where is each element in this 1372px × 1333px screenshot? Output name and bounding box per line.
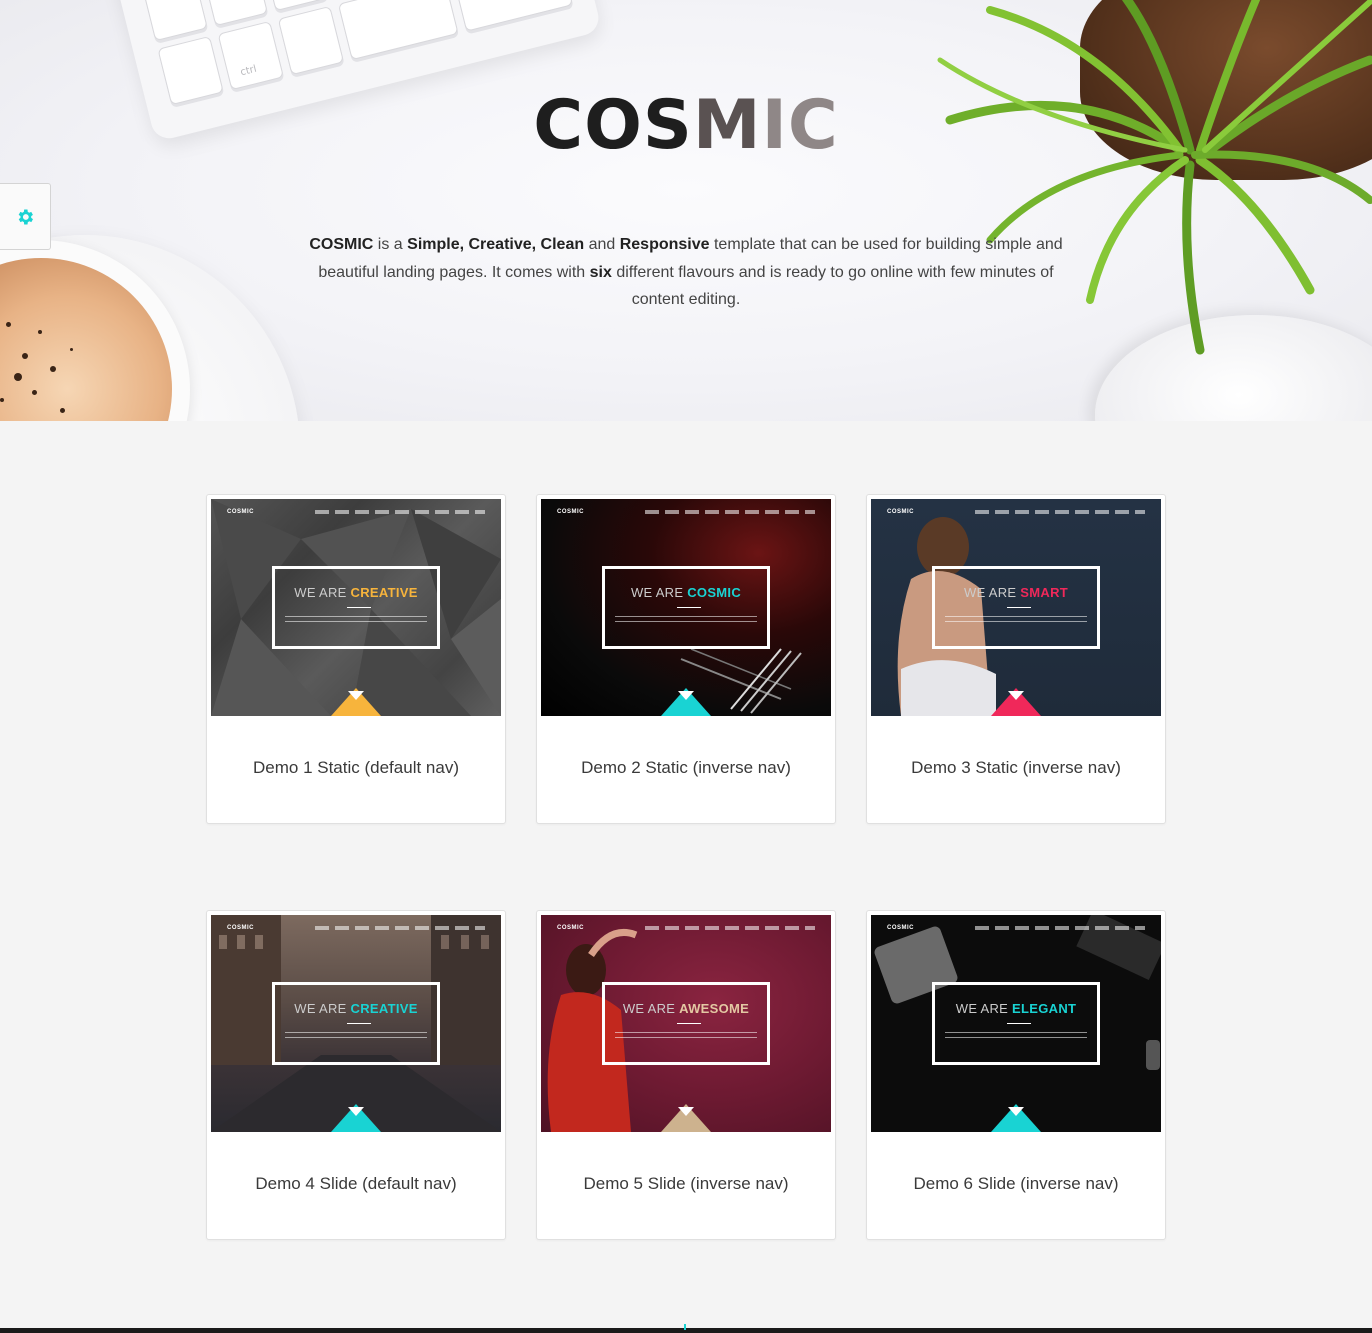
thumb-logo: COSMIC	[557, 509, 584, 515]
footer-accent-tick	[684, 1324, 686, 1330]
demo-label[interactable]: Demo 6 Slide (inverse nav)	[867, 1174, 1165, 1194]
thumb-accent-word: CREATIVE	[350, 1001, 418, 1016]
demo-thumbnail: COSMIC WE ARE ELEGANT	[871, 915, 1161, 1132]
desc-text: is a	[373, 236, 408, 253]
thumb-headline-box: WE ARE AWESOME	[602, 982, 770, 1065]
thumb-we-are: WE ARE	[622, 1001, 680, 1016]
demo-card-1[interactable]: COSMIC WE ARE CREATIVE Demo 1 Static (de…	[206, 494, 506, 824]
demo-card-5[interactable]: COSMIC WE ARE AWESOME Demo 5 Slide (inve…	[536, 910, 836, 1240]
demo-label[interactable]: Demo 2 Static (inverse nav)	[537, 758, 835, 778]
thumb-accent-word: SMART	[1020, 585, 1068, 600]
thumb-logo: COSMIC	[227, 925, 254, 931]
demo-label[interactable]: Demo 4 Slide (default nav)	[207, 1174, 505, 1194]
thumb-nav	[975, 926, 1145, 930]
thumb-we-are: WE ARE	[955, 1001, 1013, 1016]
title-part-mid: M	[692, 86, 762, 165]
title-part-light: IC	[761, 86, 839, 165]
thumb-we-are: WE ARE	[294, 585, 351, 600]
settings-toggle-button[interactable]	[0, 183, 51, 250]
gear-icon	[18, 209, 33, 224]
hero-description: COSMIC is a Simple, Creative, Clean and …	[295, 231, 1077, 314]
hero-section: ctrl COSMIC COSMIC is a Simple, Creative…	[0, 0, 1372, 421]
demo-thumbnail: COSMIC WE ARE COSMIC	[541, 499, 831, 716]
demo-thumbnail: COSMIC WE ARE SMART	[871, 499, 1161, 716]
thumb-logo: COSMIC	[557, 925, 584, 931]
thumb-accent-word: AWESOME	[679, 1001, 750, 1016]
desc-text: and	[584, 236, 620, 253]
thumb-nav	[315, 510, 485, 514]
thumb-accent-word: CREATIVE	[350, 585, 418, 600]
demo-label[interactable]: Demo 5 Slide (inverse nav)	[537, 1174, 835, 1194]
thumb-we-are: WE ARE	[964, 585, 1021, 600]
thumb-accent-word: ELEGANT	[1012, 1001, 1077, 1016]
demo-label[interactable]: Demo 3 Static (inverse nav)	[867, 758, 1165, 778]
thumb-nav	[975, 510, 1145, 514]
desc-bold: Responsive	[619, 236, 710, 253]
desc-bold: Clean	[540, 236, 585, 253]
demo-card-2[interactable]: COSMIC WE ARE COSMIC Demo 2 Static (inve…	[536, 494, 836, 824]
thumb-headline-box: WE ARE ELEGANT	[932, 982, 1100, 1065]
thumb-accent-word: COSMIC	[687, 585, 742, 600]
thumb-we-are: WE ARE	[630, 585, 688, 600]
thumb-logo: COSMIC	[887, 509, 914, 515]
demo-card-6[interactable]: COSMIC WE ARE ELEGANT Demo 6 Slide (inve…	[866, 910, 1166, 1240]
desc-bold: ,	[459, 236, 469, 253]
demo-thumbnail: COSMIC WE ARE CREATIVE	[211, 915, 501, 1132]
desc-bold: ,	[531, 236, 541, 253]
demo-card-3[interactable]: COSMIC WE ARE SMART Demo 3 Static (inver…	[866, 494, 1166, 824]
thumb-nav	[645, 926, 815, 930]
desc-brand: COSMIC	[309, 236, 374, 253]
title-part-dark: COS	[533, 86, 693, 165]
key-label: ctrl	[239, 63, 258, 79]
desc-text: different flavours and is ready to go on…	[611, 263, 1054, 309]
thumb-nav	[645, 510, 815, 514]
thumb-headline-box: WE ARE COSMIC	[602, 566, 770, 649]
thumb-headline-box: WE ARE CREATIVE	[272, 566, 440, 649]
desc-bold: Creative	[468, 236, 532, 253]
demo-thumbnail: COSMIC WE ARE CREATIVE	[211, 499, 501, 716]
demo-thumbnail: COSMIC WE ARE AWESOME	[541, 915, 831, 1132]
desc-bold: Simple	[407, 236, 460, 253]
thumb-nav	[315, 926, 485, 930]
footer-edge	[0, 1328, 1372, 1333]
thumb-logo: COSMIC	[887, 925, 914, 931]
page-title: COSMIC	[0, 86, 1372, 166]
thumb-we-are: WE ARE	[294, 1001, 351, 1016]
thumb-headline-box: WE ARE SMART	[932, 566, 1100, 649]
desc-bold: six	[589, 263, 612, 281]
thumb-headline-box: WE ARE CREATIVE	[272, 982, 440, 1065]
demo-label[interactable]: Demo 1 Static (default nav)	[207, 758, 505, 778]
demo-card-4[interactable]: COSMIC WE ARE CREATIVE Demo 4 Slide (def…	[206, 910, 506, 1240]
thumb-logo: COSMIC	[227, 509, 254, 515]
